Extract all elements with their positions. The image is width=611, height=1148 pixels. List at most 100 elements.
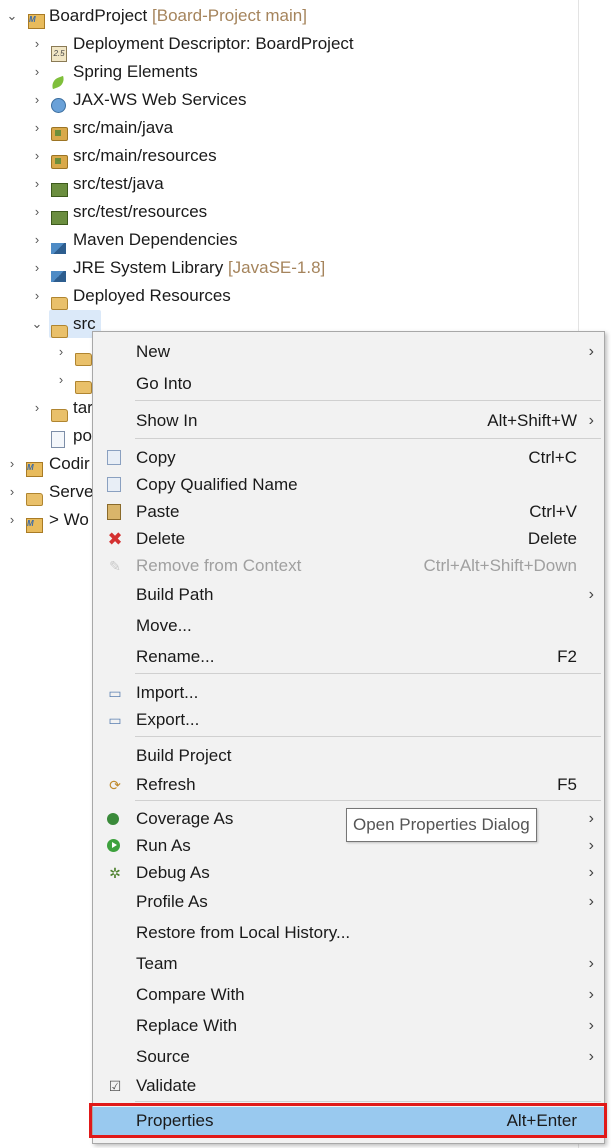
folder-icon bbox=[75, 343, 92, 366]
tree-item-label: Deployed Resources bbox=[73, 286, 231, 305]
paste-icon bbox=[107, 504, 121, 520]
menu-item-new[interactable]: New › bbox=[93, 338, 604, 365]
submenu-arrow-icon: › bbox=[588, 864, 594, 881]
collapsed-toggle-icon[interactable]: › bbox=[29, 394, 45, 422]
jre-decoration: [JavaSE-1.8] bbox=[227, 258, 326, 277]
menu-item-show-in[interactable]: Show In Alt+Shift+W › bbox=[93, 407, 604, 434]
collapsed-toggle-icon[interactable]: › bbox=[29, 142, 45, 170]
menu-item-delete[interactable]: ✖ Delete Delete bbox=[93, 525, 604, 552]
tree-item-src-child-1[interactable]: › bbox=[53, 338, 93, 366]
menu-item-remove-from-context: ✎ Remove from Context Ctrl+Alt+Shift+Dow… bbox=[93, 552, 604, 579]
submenu-arrow-icon: › bbox=[588, 893, 594, 910]
tree-item-deployed-resources[interactable]: › Deployed Resources bbox=[29, 282, 529, 310]
menu-item-profile-as[interactable]: Profile As › bbox=[93, 888, 604, 915]
tree-item-coding[interactable]: › Codir bbox=[4, 450, 92, 482]
menu-item-import[interactable]: ▭ Import... bbox=[93, 679, 604, 706]
delete-icon: ✖ bbox=[107, 529, 123, 549]
tree-item-src-child-2[interactable]: › bbox=[53, 366, 93, 394]
menu-item-copy-qualified-name[interactable]: Copy Qualified Name bbox=[93, 471, 604, 498]
collapsed-toggle-icon[interactable]: › bbox=[29, 86, 45, 114]
spring-leaf-icon bbox=[49, 63, 68, 90]
context-menu: New › Go Into Show In Alt+Shift+W › Copy… bbox=[92, 331, 605, 1144]
collapsed-toggle-icon[interactable]: › bbox=[29, 226, 45, 254]
menu-item-move[interactable]: Move... bbox=[93, 612, 604, 639]
tree-item-label: Deployment Descriptor: BoardProject bbox=[73, 34, 354, 53]
collapsed-toggle-icon[interactable]: › bbox=[4, 450, 20, 478]
tree-item-pom[interactable]: po bbox=[29, 422, 93, 450]
collapsed-toggle-icon[interactable]: › bbox=[4, 506, 20, 534]
folder-icon bbox=[26, 483, 43, 506]
shortcut: Ctrl+C bbox=[528, 448, 577, 467]
shortcut: Ctrl+V bbox=[529, 502, 577, 521]
tree-item-deployment-descriptor[interactable]: › 2.5 Deployment Descriptor: BoardProjec… bbox=[29, 30, 529, 62]
collapsed-toggle-icon[interactable]: › bbox=[29, 170, 45, 198]
collapsed-toggle-icon[interactable]: › bbox=[29, 58, 45, 86]
menu-separator bbox=[135, 1101, 601, 1102]
tree-item-label: Serve bbox=[49, 482, 94, 501]
folder-icon bbox=[51, 399, 68, 422]
menu-item-build-path[interactable]: Build Path › bbox=[93, 581, 604, 608]
menu-item-source[interactable]: Source › bbox=[93, 1043, 604, 1070]
shortcut: Ctrl+Alt+Shift+Down bbox=[423, 556, 577, 575]
tree-item-label: > Wo bbox=[49, 510, 89, 529]
menu-item-restore-local-history[interactable]: Restore from Local History... bbox=[93, 919, 604, 946]
tree-item-label: Maven Dependencies bbox=[73, 230, 238, 249]
menu-item-build-project[interactable]: Build Project bbox=[93, 742, 604, 769]
expand-toggle-icon[interactable]: ⌄ bbox=[29, 310, 45, 338]
tree-item-src-test-java[interactable]: › src/test/java bbox=[29, 170, 529, 198]
tree-item-maven-dependencies[interactable]: › Maven Dependencies bbox=[29, 226, 529, 254]
collapsed-toggle-icon[interactable]: › bbox=[4, 478, 20, 506]
copy-qualified-icon bbox=[107, 477, 121, 492]
debug-bug-icon: ✲ bbox=[109, 865, 121, 881]
tree-item-boardproject[interactable]: ⌄ BoardProject [Board-Project main] bbox=[4, 2, 404, 34]
tree-item-label: JRE System Library bbox=[73, 258, 224, 277]
menu-item-debug-as[interactable]: ✲ Debug As › bbox=[93, 859, 604, 886]
source-folder-icon bbox=[51, 203, 68, 225]
expand-toggle-icon[interactable]: ⌄ bbox=[4, 2, 20, 30]
submenu-arrow-icon: › bbox=[588, 586, 594, 603]
tree-item-jre-library[interactable]: › JRE System Library [JavaSE-1.8] bbox=[29, 254, 529, 282]
tree-item-src-main-java[interactable]: › src/main/java bbox=[29, 114, 529, 142]
menu-item-team[interactable]: Team › bbox=[93, 950, 604, 977]
tree-item-target[interactable]: › tar bbox=[29, 394, 93, 422]
source-folder-icon bbox=[51, 119, 68, 141]
tree-item-label: src/test/java bbox=[73, 174, 164, 193]
menu-item-paste[interactable]: Paste Ctrl+V bbox=[93, 498, 604, 525]
menu-item-rename[interactable]: Rename... F2 bbox=[93, 643, 604, 670]
collapsed-toggle-icon[interactable]: › bbox=[29, 254, 45, 282]
tree-item-spring-elements[interactable]: › Spring Elements bbox=[29, 58, 529, 90]
submenu-arrow-icon: › bbox=[588, 837, 594, 854]
tree-item-servers[interactable]: › Serve bbox=[4, 478, 94, 506]
folder-icon bbox=[51, 315, 68, 338]
menu-item-export[interactable]: ▭ Export... bbox=[93, 706, 604, 733]
menu-item-refresh[interactable]: ⟳ Refresh F5 bbox=[93, 771, 604, 798]
collapsed-toggle-icon[interactable]: › bbox=[53, 366, 69, 394]
collapsed-toggle-icon[interactable]: › bbox=[29, 114, 45, 142]
collapsed-toggle-icon[interactable]: › bbox=[53, 338, 69, 366]
menu-item-go-into[interactable]: Go Into bbox=[93, 370, 604, 397]
tree-item-src-test-resources[interactable]: › src/test/resources bbox=[29, 198, 529, 226]
project-name: BoardProject bbox=[49, 6, 148, 25]
remove-context-icon: ✎ bbox=[109, 558, 121, 574]
menu-item-copy[interactable]: Copy Ctrl+C bbox=[93, 444, 604, 471]
tree-item-label: src/main/java bbox=[73, 118, 174, 137]
collapsed-toggle-icon[interactable]: › bbox=[29, 282, 45, 310]
tree-item-workspace[interactable]: › > Wo bbox=[4, 506, 92, 538]
menu-separator bbox=[135, 673, 601, 674]
menu-separator bbox=[135, 800, 601, 801]
source-folder-icon bbox=[51, 175, 68, 197]
menu-separator bbox=[135, 400, 601, 401]
submenu-arrow-icon: › bbox=[588, 1017, 594, 1034]
tree-item-src-main-resources[interactable]: › src/main/resources bbox=[29, 142, 529, 170]
source-folder-icon bbox=[51, 147, 68, 169]
tree-item-jaxws[interactable]: › JAX-WS Web Services bbox=[29, 86, 529, 114]
collapsed-toggle-icon[interactable]: › bbox=[29, 30, 45, 58]
web-services-icon bbox=[51, 91, 68, 113]
submenu-arrow-icon: › bbox=[588, 1048, 594, 1065]
menu-item-replace-with[interactable]: Replace With › bbox=[93, 1012, 604, 1039]
export-icon: ▭ bbox=[108, 712, 122, 728]
menu-item-compare-with[interactable]: Compare With › bbox=[93, 981, 604, 1008]
collapsed-toggle-icon[interactable]: › bbox=[29, 198, 45, 226]
properties-tooltip: Open Properties Dialog bbox=[346, 808, 537, 842]
menu-item-validate[interactable]: ☑ Validate bbox=[93, 1072, 604, 1099]
